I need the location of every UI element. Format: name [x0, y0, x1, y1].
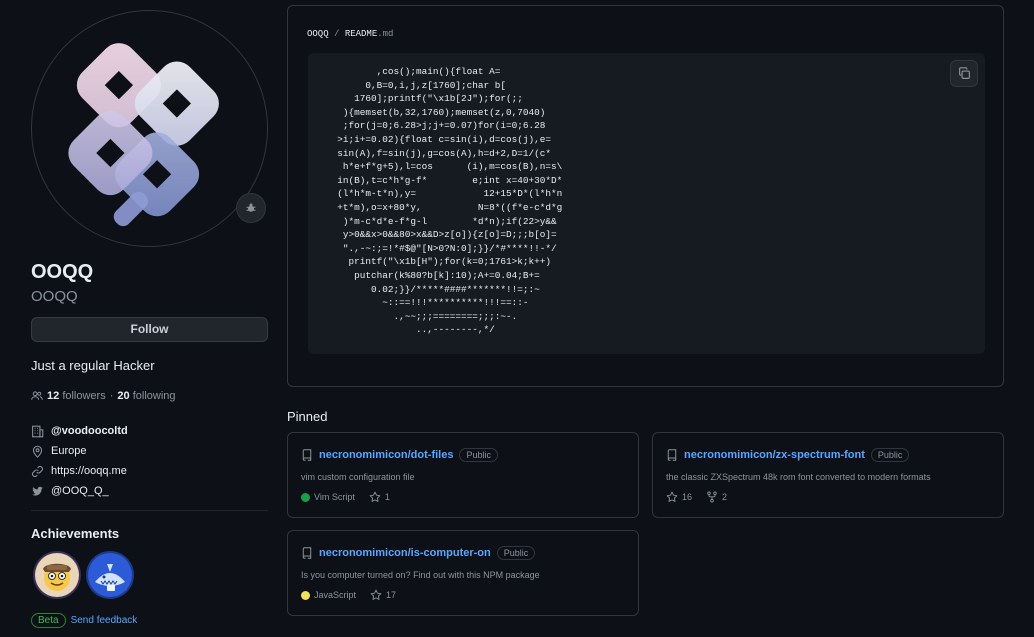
bug-icon [246, 203, 256, 212]
language-color-dot [301, 590, 310, 600]
language-name: JavaScript [314, 590, 357, 600]
fork-icon [707, 491, 717, 503]
repo-meta: Vim Script 1 [301, 491, 390, 503]
language-color-dot [301, 492, 310, 502]
language-name: Vim Script [314, 492, 355, 502]
repo-link[interactable]: necronomimicon/zx-spectrum-font [684, 449, 865, 461]
twitter-icon [31, 486, 44, 496]
profile-bio: Just a regular Hacker [31, 358, 155, 373]
repo-icon [667, 449, 677, 461]
follow-separator: · [109, 390, 114, 402]
copy-button[interactable] [950, 60, 978, 87]
pinned-repo-card: necronomimicon/zx-spectrum-font Public t… [652, 432, 1004, 518]
followers-label: followers [62, 390, 106, 402]
readme-path-file: README [344, 29, 378, 39]
stars-count: 16 [682, 492, 693, 502]
repo-description: vim custom configuration file [301, 472, 415, 482]
avatar[interactable] [31, 10, 268, 247]
quickdraw-badge-icon [33, 551, 81, 599]
visibility-badge: Public [459, 448, 498, 462]
star-icon [666, 491, 678, 502]
set-status-button[interactable] [236, 193, 266, 223]
twitter-link[interactable]: @OOQ_Q_ [51, 485, 109, 497]
pull-shark-badge[interactable] [85, 550, 135, 600]
copy-icon [958, 67, 970, 79]
readme-code-text: ,cos();main(){float A= 0,B=0,i,j,z[1760]… [337, 66, 563, 336]
achievements-title: Achievements [31, 526, 120, 541]
readme-panel: OOQQ / README.md ,cos();main(){float A= … [287, 5, 1004, 387]
readme-code-block: ,cos();main(){float A= 0,B=0,i,j,z[1760]… [308, 53, 985, 354]
repo-icon [302, 547, 312, 559]
repo-header: necronomimicon/is-computer-on Public [301, 546, 536, 560]
website-link[interactable]: https://ooqq.me [51, 465, 127, 477]
repo-icon [302, 449, 312, 461]
repo-language: JavaScript [301, 590, 356, 600]
company-item: @voodoocoltd [31, 421, 128, 441]
send-feedback-link[interactable]: Send feedback [71, 615, 138, 626]
quickdraw-badge[interactable] [32, 550, 82, 600]
repo-link[interactable]: necronomimicon/dot-files [319, 449, 453, 461]
repo-header: necronomimicon/dot-files Public [301, 448, 498, 462]
readme-path-ext: .md [377, 29, 394, 39]
follow-button[interactable]: Follow [31, 317, 268, 342]
follow-stats: 12 followers · 20 following [31, 390, 176, 402]
location-icon [32, 445, 43, 458]
pinned-repo-card: necronomimicon/is-computer-on Public Is … [287, 530, 639, 616]
repo-description: the classic ZXSpectrum 48k rom font conv… [666, 472, 931, 482]
location-item: Europe [31, 441, 128, 461]
following-label: following [132, 390, 176, 402]
building-icon [32, 425, 44, 437]
location-text: Europe [51, 445, 87, 457]
ooqq-logo-icon [68, 43, 219, 227]
company-text[interactable]: @voodoocoltd [51, 425, 128, 437]
website-item: https://ooqq.me [31, 461, 128, 481]
twitter-item: @OOQ_Q_ [31, 481, 128, 501]
repo-description: Is you computer turned on? Find out with… [301, 570, 540, 580]
stars-count: 1 [384, 492, 390, 502]
pinned-repo-card: necronomimicon/dot-files Public vim cust… [287, 432, 639, 518]
beta-label: Beta [31, 613, 66, 628]
repo-stars[interactable]: 16 [666, 491, 692, 503]
profile-login: OOQQ [31, 288, 78, 305]
readme-path-separator: / [334, 29, 340, 39]
people-icon [31, 391, 43, 400]
profile-details: @voodoocoltd Europe https://ooqq.me @OOQ… [31, 421, 128, 501]
repo-language: Vim Script [301, 492, 355, 502]
following-count: 20 [117, 390, 130, 402]
sidebar-divider [31, 510, 268, 511]
star-icon [369, 491, 381, 502]
stars-count: 17 [386, 590, 397, 600]
followers-count: 12 [47, 390, 60, 402]
visibility-badge: Public [496, 546, 536, 560]
link-icon [32, 465, 43, 477]
star-icon [370, 589, 382, 600]
following-link[interactable]: 20 following [117, 390, 175, 402]
readme-path-user[interactable]: OOQQ [307, 29, 329, 39]
avatar-container [31, 10, 268, 247]
repo-stars[interactable]: 1 [369, 491, 390, 503]
repo-meta: 16 2 [666, 491, 727, 503]
repo-forks[interactable]: 2 [706, 491, 727, 503]
pinned-title: Pinned [287, 409, 328, 424]
profile-name: OOQQ [31, 261, 94, 283]
forks-count: 2 [722, 492, 728, 502]
visibility-badge: Public [870, 448, 910, 462]
repo-link[interactable]: necronomimicon/is-computer-on [319, 547, 491, 559]
achievements-feedback-row: Beta Send feedback [31, 613, 137, 628]
repo-header: necronomimicon/zx-spectrum-font Public [666, 448, 910, 462]
pull-shark-badge-icon [86, 551, 134, 599]
readme-path: OOQQ / README.md [307, 29, 393, 39]
achievements-list [32, 550, 135, 600]
repo-stars[interactable]: 17 [370, 589, 396, 601]
followers-link[interactable]: 12 followers [47, 390, 106, 402]
repo-meta: JavaScript 17 [301, 589, 396, 601]
